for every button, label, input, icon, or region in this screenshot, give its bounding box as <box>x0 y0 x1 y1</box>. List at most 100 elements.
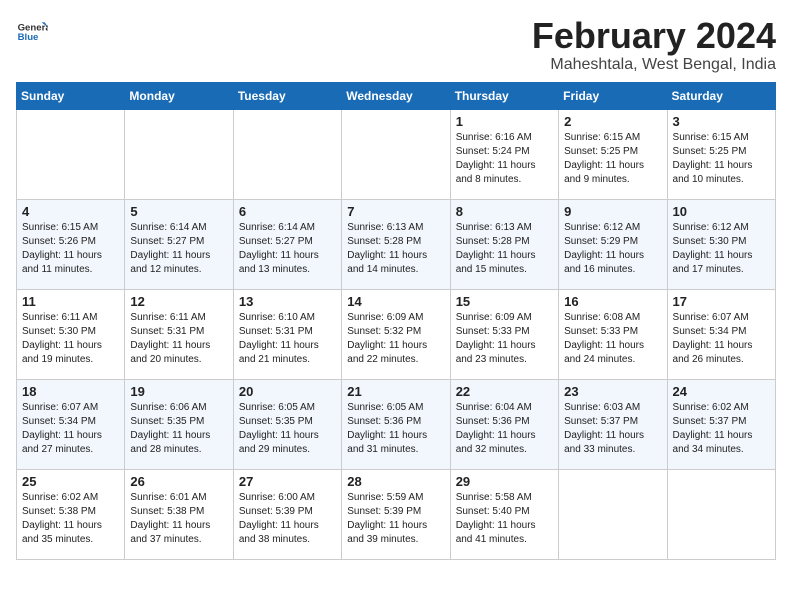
day-info: Sunrise: 6:02 AM Sunset: 5:37 PM Dayligh… <box>673 401 770 457</box>
calendar-cell: 16 Sunrise: 6:08 AM Sunset: 5:33 PM Dayli… <box>559 289 667 379</box>
day-header-thursday: Thursday <box>450 82 558 109</box>
day-info: Sunrise: 6:15 AM Sunset: 5:26 PM Dayligh… <box>22 221 119 277</box>
day-number: 4 <box>22 204 119 219</box>
day-info: Sunrise: 5:58 AM Sunset: 5:40 PM Dayligh… <box>456 491 553 547</box>
day-number: 19 <box>130 384 227 399</box>
day-info: Sunrise: 6:05 AM Sunset: 5:36 PM Dayligh… <box>347 401 444 457</box>
day-info: Sunrise: 6:02 AM Sunset: 5:38 PM Dayligh… <box>22 491 119 547</box>
title-block: February 2024 Maheshtala, West Bengal, I… <box>532 16 776 74</box>
day-number: 6 <box>239 204 336 219</box>
day-header-wednesday: Wednesday <box>342 82 450 109</box>
week-row-5: 25 Sunrise: 6:02 AM Sunset: 5:38 PM Dayli… <box>17 469 776 559</box>
calendar-cell: 1Sunrise: 6:16 AM Sunset: 5:24 PM Daylig… <box>450 109 558 199</box>
calendar-cell: 9 Sunrise: 6:12 AM Sunset: 5:29 PM Daylig… <box>559 199 667 289</box>
day-info: Sunrise: 6:15 AM Sunset: 5:25 PM Dayligh… <box>564 131 661 187</box>
day-info: Sunrise: 6:05 AM Sunset: 5:35 PM Dayligh… <box>239 401 336 457</box>
calendar-cell: 8Sunrise: 6:13 AM Sunset: 5:28 PM Daylig… <box>450 199 558 289</box>
day-number: 10 <box>673 204 770 219</box>
week-row-4: 18Sunrise: 6:07 AM Sunset: 5:34 PM Dayli… <box>17 379 776 469</box>
calendar-cell: 23 Sunrise: 6:03 AM Sunset: 5:37 PM Dayli… <box>559 379 667 469</box>
location-subtitle: Maheshtala, West Bengal, India <box>532 56 776 74</box>
calendar-cell: 13 Sunrise: 6:10 AM Sunset: 5:31 PM Dayli… <box>233 289 341 379</box>
calendar-cell <box>667 469 775 559</box>
day-number: 5 <box>130 204 227 219</box>
calendar-body: 1Sunrise: 6:16 AM Sunset: 5:24 PM Daylig… <box>17 109 776 559</box>
calendar-cell: 25 Sunrise: 6:02 AM Sunset: 5:38 PM Dayli… <box>17 469 125 559</box>
calendar-cell: 22 Sunrise: 6:04 AM Sunset: 5:36 PM Dayli… <box>450 379 558 469</box>
calendar-cell: 21 Sunrise: 6:05 AM Sunset: 5:36 PM Dayli… <box>342 379 450 469</box>
calendar-cell <box>125 109 233 199</box>
day-number: 26 <box>130 474 227 489</box>
calendar-cell: 12Sunrise: 6:11 AM Sunset: 5:31 PM Dayli… <box>125 289 233 379</box>
day-number: 27 <box>239 474 336 489</box>
calendar-cell: 14 Sunrise: 6:09 AM Sunset: 5:32 PM Dayli… <box>342 289 450 379</box>
day-header-friday: Friday <box>559 82 667 109</box>
calendar-header-row: SundayMondayTuesdayWednesdayThursdayFrid… <box>17 82 776 109</box>
day-number: 14 <box>347 294 444 309</box>
calendar-cell: 24 Sunrise: 6:02 AM Sunset: 5:37 PM Dayli… <box>667 379 775 469</box>
day-number: 20 <box>239 384 336 399</box>
day-info: Sunrise: 6:06 AM Sunset: 5:35 PM Dayligh… <box>130 401 227 457</box>
day-header-monday: Monday <box>125 82 233 109</box>
day-number: 7 <box>347 204 444 219</box>
calendar-cell: 2 Sunrise: 6:15 AM Sunset: 5:25 PM Daylig… <box>559 109 667 199</box>
day-number: 1 <box>456 114 553 129</box>
day-header-sunday: Sunday <box>17 82 125 109</box>
calendar-cell: 5 Sunrise: 6:14 AM Sunset: 5:27 PM Daylig… <box>125 199 233 289</box>
calendar-cell: 6 Sunrise: 6:14 AM Sunset: 5:27 PM Daylig… <box>233 199 341 289</box>
day-number: 16 <box>564 294 661 309</box>
day-info: Sunrise: 6:14 AM Sunset: 5:27 PM Dayligh… <box>239 221 336 277</box>
calendar-cell: 18Sunrise: 6:07 AM Sunset: 5:34 PM Dayli… <box>17 379 125 469</box>
week-row-3: 11Sunrise: 6:11 AM Sunset: 5:30 PM Dayli… <box>17 289 776 379</box>
logo-icon: General Blue <box>16 16 48 48</box>
day-number: 21 <box>347 384 444 399</box>
day-info: Sunrise: 6:08 AM Sunset: 5:33 PM Dayligh… <box>564 311 661 367</box>
week-row-1: 1Sunrise: 6:16 AM Sunset: 5:24 PM Daylig… <box>17 109 776 199</box>
day-number: 11 <box>22 294 119 309</box>
day-number: 23 <box>564 384 661 399</box>
day-number: 24 <box>673 384 770 399</box>
calendar-cell <box>17 109 125 199</box>
calendar-cell: 17 Sunrise: 6:07 AM Sunset: 5:34 PM Dayli… <box>667 289 775 379</box>
calendar-cell: 29 Sunrise: 5:58 AM Sunset: 5:40 PM Dayli… <box>450 469 558 559</box>
day-info: Sunrise: 6:14 AM Sunset: 5:27 PM Dayligh… <box>130 221 227 277</box>
day-number: 29 <box>456 474 553 489</box>
day-info: Sunrise: 6:10 AM Sunset: 5:31 PM Dayligh… <box>239 311 336 367</box>
day-info: Sunrise: 6:07 AM Sunset: 5:34 PM Dayligh… <box>673 311 770 367</box>
day-number: 2 <box>564 114 661 129</box>
week-row-2: 4 Sunrise: 6:15 AM Sunset: 5:26 PM Daylig… <box>17 199 776 289</box>
day-info: Sunrise: 5:59 AM Sunset: 5:39 PM Dayligh… <box>347 491 444 547</box>
calendar-cell: 19 Sunrise: 6:06 AM Sunset: 5:35 PM Dayli… <box>125 379 233 469</box>
day-number: 15 <box>456 294 553 309</box>
day-number: 22 <box>456 384 553 399</box>
day-info: Sunrise: 6:09 AM Sunset: 5:33 PM Dayligh… <box>456 311 553 367</box>
day-info: Sunrise: 6:15 AM Sunset: 5:25 PM Dayligh… <box>673 131 770 187</box>
calendar-cell: 26 Sunrise: 6:01 AM Sunset: 5:38 PM Dayli… <box>125 469 233 559</box>
calendar-cell <box>233 109 341 199</box>
day-info: Sunrise: 6:13 AM Sunset: 5:28 PM Dayligh… <box>347 221 444 277</box>
calendar-cell: 20 Sunrise: 6:05 AM Sunset: 5:35 PM Dayli… <box>233 379 341 469</box>
day-number: 17 <box>673 294 770 309</box>
calendar-cell: 11Sunrise: 6:11 AM Sunset: 5:30 PM Dayli… <box>17 289 125 379</box>
day-info: Sunrise: 6:00 AM Sunset: 5:39 PM Dayligh… <box>239 491 336 547</box>
day-info: Sunrise: 6:09 AM Sunset: 5:32 PM Dayligh… <box>347 311 444 367</box>
day-number: 28 <box>347 474 444 489</box>
calendar-cell: 10Sunrise: 6:12 AM Sunset: 5:30 PM Dayli… <box>667 199 775 289</box>
calendar-cell <box>342 109 450 199</box>
day-info: Sunrise: 6:01 AM Sunset: 5:38 PM Dayligh… <box>130 491 227 547</box>
day-header-tuesday: Tuesday <box>233 82 341 109</box>
calendar-cell: 3Sunrise: 6:15 AM Sunset: 5:25 PM Daylig… <box>667 109 775 199</box>
calendar-table: SundayMondayTuesdayWednesdayThursdayFrid… <box>16 82 776 560</box>
calendar-cell: 28 Sunrise: 5:59 AM Sunset: 5:39 PM Dayli… <box>342 469 450 559</box>
day-number: 9 <box>564 204 661 219</box>
day-info: Sunrise: 6:04 AM Sunset: 5:36 PM Dayligh… <box>456 401 553 457</box>
day-info: Sunrise: 6:11 AM Sunset: 5:31 PM Dayligh… <box>130 311 227 367</box>
day-number: 25 <box>22 474 119 489</box>
calendar-cell: 15 Sunrise: 6:09 AM Sunset: 5:33 PM Dayli… <box>450 289 558 379</box>
day-header-saturday: Saturday <box>667 82 775 109</box>
day-info: Sunrise: 6:03 AM Sunset: 5:37 PM Dayligh… <box>564 401 661 457</box>
svg-text:Blue: Blue <box>18 32 39 43</box>
day-info: Sunrise: 6:12 AM Sunset: 5:29 PM Dayligh… <box>564 221 661 277</box>
calendar-cell <box>559 469 667 559</box>
day-number: 13 <box>239 294 336 309</box>
